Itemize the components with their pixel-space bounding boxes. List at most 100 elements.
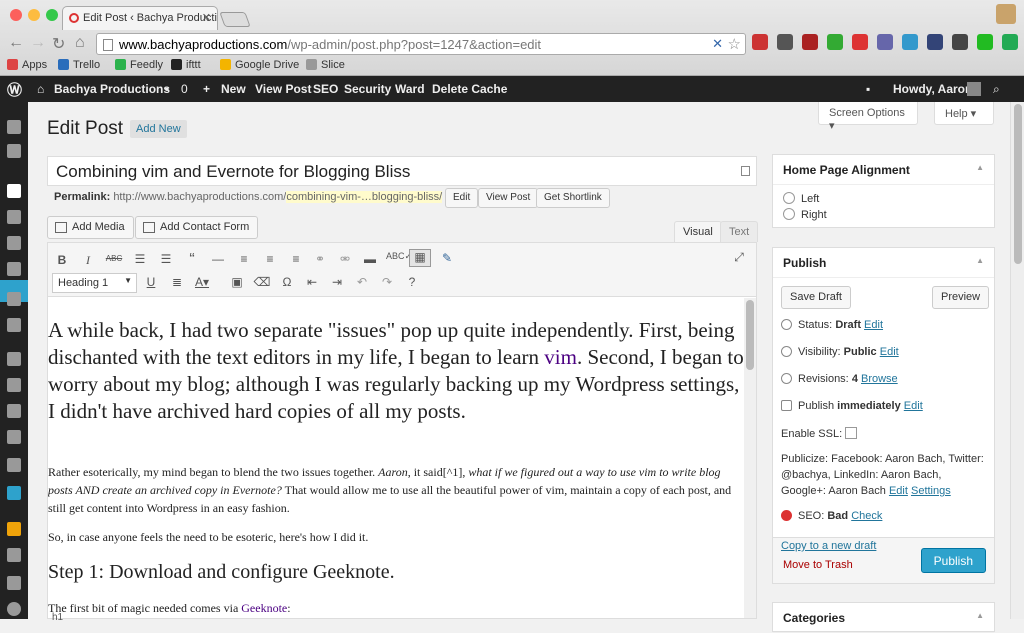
editor-scrollbar[interactable] bbox=[744, 298, 756, 618]
bookmark-slice[interactable]: Slice bbox=[306, 59, 345, 71]
new-tab-button[interactable] bbox=[219, 12, 251, 27]
bookmark-trello[interactable]: Trello bbox=[58, 59, 100, 71]
move-to-trash-link[interactable]: Move to Trash bbox=[783, 559, 853, 571]
close-window-button[interactable] bbox=[10, 9, 22, 21]
redo-icon[interactable]: ↷ bbox=[378, 275, 396, 289]
extension-gmail-icon[interactable] bbox=[852, 34, 868, 50]
help-button[interactable]: Help ▾ bbox=[934, 102, 994, 125]
bookmark-apps[interactable]: Apps bbox=[7, 59, 47, 71]
preview-button[interactable]: Preview bbox=[932, 286, 990, 309]
address-bar[interactable]: www.bachyaproductions.com/wp-admin/post.… bbox=[96, 33, 746, 55]
posts-icon[interactable] bbox=[7, 184, 21, 198]
insert-link-icon[interactable]: ⚭ bbox=[311, 252, 329, 266]
justify-icon[interactable]: ≣ bbox=[168, 275, 186, 289]
add-media-button[interactable]: Add Media bbox=[47, 216, 134, 239]
collapse-menu-icon[interactable] bbox=[7, 576, 21, 590]
minimize-window-button[interactable] bbox=[28, 9, 40, 21]
bookmark-feedly[interactable]: Feedly bbox=[115, 59, 163, 71]
browse-revisions-link[interactable]: Browse bbox=[861, 373, 898, 385]
paste-text-icon[interactable]: ▣ bbox=[228, 275, 246, 289]
permalink-slug[interactable]: combining-vim-…blogging-bliss/ bbox=[286, 191, 443, 203]
security-menu[interactable]: Security bbox=[344, 82, 391, 96]
notification-icon[interactable]: ▪ bbox=[866, 82, 870, 96]
plugins-icon[interactable] bbox=[7, 378, 21, 392]
forward-icon[interactable]: → bbox=[30, 34, 46, 52]
horizontal-rule-icon[interactable]: — bbox=[209, 252, 227, 266]
home-icon[interactable]: ⌂ bbox=[75, 34, 85, 52]
post-title-input[interactable]: Combining vim and Evernote for Blogging … bbox=[47, 156, 757, 186]
visibility-edit-link[interactable]: Edit bbox=[880, 346, 899, 358]
view-post-link[interactable]: View Post bbox=[255, 82, 311, 96]
extension-pin-icon[interactable] bbox=[777, 34, 793, 50]
align-center-icon[interactable]: ≡ bbox=[261, 252, 279, 266]
publicize-edit-link[interactable]: Edit bbox=[889, 485, 908, 497]
extension-car-icon[interactable] bbox=[802, 34, 818, 50]
spellcheck-icon[interactable]: ABC✓ bbox=[386, 251, 412, 262]
extension-cloud-icon[interactable] bbox=[927, 34, 943, 50]
outdent-icon[interactable]: ⇤ bbox=[303, 275, 321, 289]
reload-icon[interactable]: ↻ bbox=[52, 34, 65, 54]
help-icon[interactable]: ? bbox=[403, 275, 421, 289]
bookmark-ifttt[interactable]: ifttt bbox=[171, 59, 201, 71]
zoom-window-button[interactable] bbox=[46, 9, 58, 21]
underline-icon[interactable]: U bbox=[142, 275, 160, 289]
strikethrough-icon[interactable]: ABC bbox=[105, 254, 123, 263]
wordpress-logo-icon[interactable]: Ⓦ bbox=[7, 79, 22, 100]
categories-box-header[interactable]: Categories ▲ bbox=[773, 603, 994, 633]
ward-menu[interactable]: Ward bbox=[395, 82, 425, 96]
publish-button[interactable]: Publish bbox=[920, 548, 986, 573]
extension-feedly-icon[interactable] bbox=[827, 34, 843, 50]
status-edit-link[interactable]: Edit bbox=[864, 319, 883, 331]
read-more-icon[interactable]: ▬ bbox=[361, 252, 379, 266]
screen-options-button[interactable]: Screen Options ▾ bbox=[818, 102, 918, 132]
geeknote-link[interactable]: Geeknote bbox=[241, 601, 287, 615]
seo-check-link[interactable]: Check bbox=[851, 510, 882, 522]
new-plus-icon[interactable]: + bbox=[203, 82, 210, 96]
feedback-icon[interactable] bbox=[7, 292, 21, 306]
site-name-link[interactable]: Bachya Productions bbox=[54, 82, 170, 96]
translate-icon[interactable]: ✕ bbox=[712, 36, 723, 52]
align-left-icon[interactable]: ≡ bbox=[235, 252, 253, 266]
tab-visual[interactable]: Visual bbox=[674, 221, 722, 242]
profile-avatar-icon[interactable] bbox=[996, 4, 1016, 24]
play-icon[interactable] bbox=[7, 602, 21, 616]
bullet-list-icon[interactable]: ☰ bbox=[131, 252, 149, 266]
seo-menu[interactable]: SEO bbox=[313, 82, 338, 96]
special-character-icon[interactable]: Ω bbox=[278, 275, 296, 289]
back-icon[interactable]: ← bbox=[8, 34, 24, 52]
indent-icon[interactable]: ⇥ bbox=[328, 275, 346, 289]
close-tab-icon[interactable]: ✕ bbox=[202, 11, 211, 24]
blockquote-icon[interactable]: “ bbox=[183, 251, 201, 269]
pencil-icon[interactable]: ✎ bbox=[438, 251, 456, 265]
bold-icon[interactable]: B bbox=[53, 253, 71, 267]
align-right-icon[interactable]: ≡ bbox=[287, 252, 305, 266]
numbered-list-icon[interactable]: ☰ bbox=[157, 252, 175, 266]
howdy-user[interactable]: Howdy, Aaron bbox=[893, 82, 972, 96]
bookmark-google-drive[interactable]: Google Drive bbox=[220, 59, 299, 71]
extension-evernote-icon[interactable] bbox=[952, 34, 968, 50]
dashboard-icon[interactable] bbox=[7, 120, 21, 134]
extension-phone-icon[interactable] bbox=[902, 34, 918, 50]
add-contact-form-button[interactable]: Add Contact Form bbox=[135, 216, 259, 239]
toggle-arrow-icon[interactable]: ▲ bbox=[976, 256, 984, 265]
browser-tab[interactable]: Edit Post ‹ Bachya Productio ✕ bbox=[62, 6, 218, 30]
text-color-icon[interactable]: A▾ bbox=[193, 275, 211, 289]
tab-text[interactable]: Text bbox=[720, 221, 759, 242]
forms-icon[interactable] bbox=[7, 318, 21, 332]
new-menu[interactable]: New bbox=[221, 82, 246, 96]
clear-formatting-icon[interactable]: ⌫ bbox=[253, 275, 271, 289]
post-editor[interactable]: B I ABC ☰ ☰ “ — ≡ ≡ ≡ ⚭ ⚮ ▬ ABC✓ ▦ ✎ ⤢ H… bbox=[47, 242, 757, 619]
home-site-icon[interactable]: ⌂ bbox=[37, 82, 44, 96]
appearance-icon[interactable] bbox=[7, 352, 21, 366]
enable-ssl-checkbox[interactable] bbox=[845, 427, 858, 439]
cache-plugin-icon[interactable] bbox=[7, 522, 21, 536]
users-icon[interactable] bbox=[7, 404, 21, 418]
comments-count[interactable]: 0 bbox=[181, 82, 188, 96]
add-new-button[interactable]: Add New bbox=[130, 120, 187, 138]
settings-icon[interactable] bbox=[7, 458, 21, 472]
unlink-icon[interactable]: ⚮ bbox=[336, 252, 354, 266]
extension-lastpass-icon[interactable] bbox=[752, 34, 768, 50]
copy-to-new-draft-link[interactable]: Copy to a new draft bbox=[781, 540, 876, 552]
get-shortlink-button[interactable]: Get Shortlink bbox=[536, 188, 610, 208]
tools-icon[interactable] bbox=[7, 430, 21, 444]
